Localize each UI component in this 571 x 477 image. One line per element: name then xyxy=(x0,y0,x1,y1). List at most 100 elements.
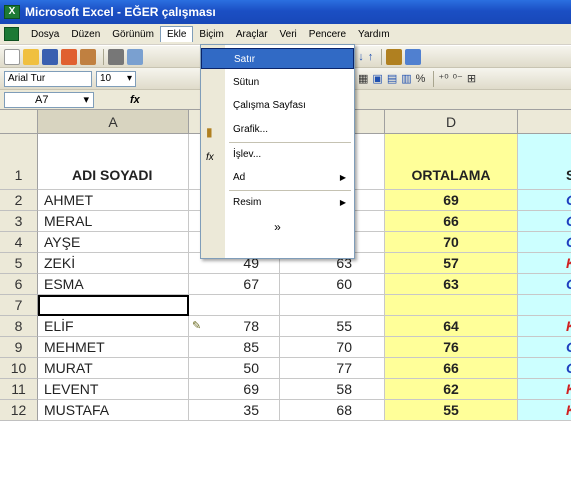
row-header-1[interactable]: 1 xyxy=(0,134,38,190)
score2-cell[interactable] xyxy=(280,295,385,316)
average-cell[interactable]: 57 xyxy=(385,253,518,274)
percent-icon[interactable]: % xyxy=(416,73,426,85)
name-cell[interactable]: ELİF xyxy=(38,316,189,337)
name-cell[interactable]: MURAT xyxy=(38,358,189,379)
average-cell[interactable]: 66 xyxy=(385,358,518,379)
save-icon[interactable] xyxy=(42,48,58,65)
name-cell[interactable]: MEHMET xyxy=(38,337,189,358)
column-header-a[interactable]: A xyxy=(38,110,189,134)
print-icon[interactable] xyxy=(108,48,124,65)
menu-edit[interactable]: Düzen xyxy=(65,27,106,42)
menu-window[interactable]: Pencere xyxy=(303,27,352,42)
score1-cell[interactable]: 67 xyxy=(189,274,280,295)
new-document-icon[interactable] xyxy=(4,48,20,65)
score2-cell[interactable]: 68 xyxy=(280,400,385,421)
result-cell[interactable]: K xyxy=(518,253,571,274)
font-size-select[interactable]: 10 ▾ xyxy=(96,70,136,87)
average-cell[interactable]: 63 xyxy=(385,274,518,295)
email-icon[interactable] xyxy=(80,48,96,65)
row-header[interactable]: 2 xyxy=(0,190,38,211)
result-cell[interactable]: G xyxy=(518,232,571,253)
result-cell[interactable]: K xyxy=(518,316,571,337)
average-cell[interactable]: 64 xyxy=(385,316,518,337)
increase-decimal-icon[interactable]: ⁺⁰ xyxy=(438,72,448,85)
score1-cell[interactable] xyxy=(189,295,280,316)
header-average-cell[interactable]: ORTALAMA xyxy=(385,134,518,190)
insert-name-item[interactable]: Ad ▶ xyxy=(201,167,354,188)
score2-cell[interactable]: 77 xyxy=(280,358,385,379)
score1-cell[interactable]: 50 xyxy=(189,358,280,379)
name-box[interactable]: A7 ▾ xyxy=(4,91,94,108)
menu-help[interactable]: Yardım xyxy=(352,27,396,42)
result-cell[interactable] xyxy=(518,295,571,316)
function-fx-icon[interactable]: fx xyxy=(130,94,140,106)
menu-tools[interactable]: Araçlar xyxy=(230,27,274,42)
result-cell[interactable]: G xyxy=(518,358,571,379)
score1-cell[interactable]: 35 xyxy=(189,400,280,421)
average-cell[interactable]: 66 xyxy=(385,211,518,232)
result-cell[interactable]: G xyxy=(518,190,571,211)
score1-cell[interactable]: 69 xyxy=(189,379,280,400)
name-cell[interactable]: AYŞE xyxy=(38,232,189,253)
average-cell[interactable]: 69 xyxy=(385,190,518,211)
borders-icon[interactable]: ▦ xyxy=(358,72,368,85)
row-header[interactable]: 12 xyxy=(0,400,38,421)
average-cell[interactable] xyxy=(385,295,518,316)
average-cell[interactable]: 55 xyxy=(385,400,518,421)
row-header[interactable]: 11 xyxy=(0,379,38,400)
merge-center-icon[interactable]: ▣ xyxy=(372,72,382,85)
row-header[interactable]: 7 xyxy=(0,295,38,316)
insert-picture-item[interactable]: Resim ▶ xyxy=(201,192,354,213)
row-header[interactable]: 4 xyxy=(0,232,38,253)
column-header-e[interactable] xyxy=(518,110,571,134)
result-cell[interactable]: K xyxy=(518,379,571,400)
header-name-cell[interactable]: ADI SOYADI xyxy=(38,134,189,190)
select-all-corner[interactable] xyxy=(0,110,38,134)
insert-chart-item[interactable]: ▮ Grafik... xyxy=(201,119,354,140)
menu-view[interactable]: Görünüm xyxy=(106,27,160,42)
currency-icon[interactable]: ▥ xyxy=(401,72,411,85)
result-cell[interactable]: K xyxy=(518,400,571,421)
decrease-decimal-icon[interactable]: ⁰⁻ xyxy=(453,72,463,85)
font-name-select[interactable]: Arial Tur xyxy=(4,70,92,87)
open-folder-icon[interactable] xyxy=(23,48,39,65)
drawing-icon[interactable] xyxy=(405,48,422,65)
menu-insert[interactable]: Ekle xyxy=(159,26,194,42)
result-cell[interactable]: G xyxy=(518,337,571,358)
align-icon[interactable]: ▤ xyxy=(387,72,397,85)
insert-worksheet-item[interactable]: Çalışma Sayfası xyxy=(201,95,354,116)
score1-cell[interactable]: 85 xyxy=(189,337,280,358)
row-header[interactable]: 6 xyxy=(0,274,38,295)
chart-wizard-icon[interactable] xyxy=(386,48,403,65)
row-header[interactable]: 10 xyxy=(0,358,38,379)
insert-column-item[interactable]: Sütun xyxy=(201,72,354,93)
score1-cell[interactable]: 78 ✎ xyxy=(189,316,280,337)
insert-options-icon[interactable]: ✎ xyxy=(192,316,201,336)
name-cell[interactable]: LEVENT xyxy=(38,379,189,400)
name-cell[interactable] xyxy=(38,295,189,316)
column-header-d[interactable]: D xyxy=(385,110,518,134)
average-cell[interactable]: 62 xyxy=(385,379,518,400)
average-cell[interactable]: 76 xyxy=(385,337,518,358)
name-cell[interactable]: ZEKİ xyxy=(38,253,189,274)
score2-cell[interactable]: 55 xyxy=(280,316,385,337)
header-e-cell[interactable]: SO xyxy=(518,134,571,190)
workbook-icon[interactable] xyxy=(4,27,19,41)
score2-cell[interactable]: 70 xyxy=(280,337,385,358)
sort-descending-icon[interactable]: ↑ xyxy=(368,51,374,63)
expand-menu-button[interactable]: » xyxy=(201,217,354,238)
score2-cell[interactable]: 58 xyxy=(280,379,385,400)
print-preview-icon[interactable] xyxy=(127,48,143,65)
insert-function-item[interactable]: fx İşlev... xyxy=(201,144,354,165)
row-header[interactable]: 5 xyxy=(0,253,38,274)
name-cell[interactable]: MUSTAFA xyxy=(38,400,189,421)
insert-row-item[interactable]: Satır xyxy=(201,48,354,69)
name-cell[interactable]: MERAL xyxy=(38,211,189,232)
row-header[interactable]: 9 xyxy=(0,337,38,358)
menu-file[interactable]: Dosya xyxy=(25,27,65,42)
score2-cell[interactable]: 60 xyxy=(280,274,385,295)
name-cell[interactable]: ESMA xyxy=(38,274,189,295)
menu-format[interactable]: Biçim xyxy=(193,27,229,42)
result-cell[interactable]: G xyxy=(518,274,571,295)
permission-icon[interactable] xyxy=(61,48,77,65)
